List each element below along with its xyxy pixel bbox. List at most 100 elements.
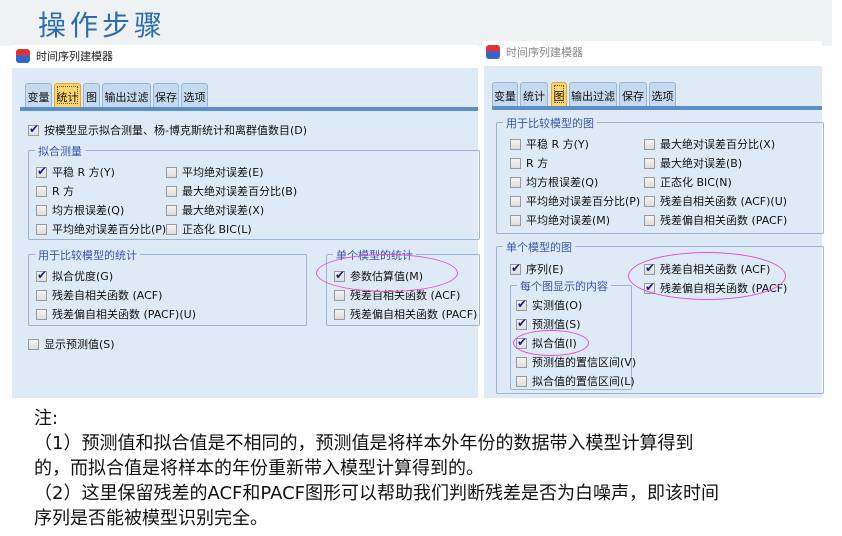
checkbox-icon[interactable]	[516, 356, 527, 368]
checkbox-checked-icon[interactable]	[28, 122, 39, 136]
checkbox-icon[interactable]	[36, 204, 47, 216]
checkbox-checked-icon[interactable]	[334, 268, 345, 282]
tab-1[interactable]: 统计	[520, 82, 548, 106]
app-icon	[486, 45, 500, 59]
checkbox-icon[interactable]	[510, 157, 521, 169]
notes: 注: （1）预测值和拟合值是不相同的，预测值是将样本外年份的数据带入模型计算得到…	[34, 406, 719, 531]
window-title: 时间序列建模器	[36, 50, 113, 63]
tab-4[interactable]: 保存	[153, 83, 179, 107]
checkbox-icon[interactable]	[644, 157, 655, 169]
checkbox[interactable]: 显示预测值(S)	[28, 336, 115, 352]
tab-5[interactable]: 选项	[181, 83, 208, 107]
tab-1[interactable]: 统计	[54, 83, 81, 107]
notes-line: （2）这里保留残差的ACF和PACF图形可以帮助我们判断残差是否为白噪声，即该时…	[34, 483, 719, 504]
right-window-titlebar: 时间序列建模器	[482, 41, 822, 63]
checkbox-label: 拟合值(I)	[532, 337, 577, 350]
checkbox[interactable]: 正态化 BIC(L)	[166, 221, 252, 237]
checkbox[interactable]: 序列(E)	[510, 261, 564, 277]
checkbox[interactable]: 正态化 BIC(N)	[644, 174, 732, 190]
checkbox-checked-icon[interactable]	[516, 297, 527, 311]
checkbox-label: 最大绝对误差(B)	[660, 157, 743, 170]
checkbox-icon[interactable]	[166, 223, 177, 235]
checkbox-checked-icon[interactable]	[36, 164, 47, 178]
checkbox-icon[interactable]	[644, 195, 655, 207]
checkbox[interactable]: 均方根误差(Q)	[510, 174, 598, 190]
checkbox[interactable]: 最大绝对误差百分比(B)	[166, 183, 297, 199]
checkbox-icon[interactable]	[644, 214, 655, 226]
checkbox[interactable]: 残差自相关函数 (ACF)	[36, 287, 162, 303]
tab-3[interactable]: 输出过滤	[569, 82, 617, 106]
checkbox[interactable]: 预测值(S)	[516, 316, 581, 332]
checkbox[interactable]: 残差偏自相关函数 (PACF)	[644, 212, 787, 228]
group-legend: 拟合测量	[35, 143, 85, 159]
checkbox[interactable]: 最大绝对误差(B)	[644, 155, 742, 171]
tab-underline	[492, 106, 822, 110]
checkbox[interactable]: 拟合优度(G)	[36, 268, 113, 284]
checkbox-icon[interactable]	[334, 289, 345, 301]
checkbox[interactable]: 拟合值的置信区间(L)	[516, 373, 635, 389]
checkbox-icon[interactable]	[36, 185, 47, 197]
checkbox-icon[interactable]	[166, 204, 177, 216]
checkbox[interactable]: 残差自相关函数 (ACF)	[644, 261, 770, 277]
checkbox-label: 均方根误差(Q)	[52, 204, 125, 217]
tab-2[interactable]: 图	[83, 83, 100, 107]
checkbox-label: 预测值的置信区间(V)	[532, 356, 637, 369]
checkbox-icon[interactable]	[36, 308, 47, 320]
checkbox-icon[interactable]	[644, 176, 655, 188]
checkbox[interactable]: 平均绝对误差(M)	[510, 212, 610, 228]
tab-2[interactable]: 图	[551, 82, 567, 106]
checkbox-icon[interactable]	[644, 138, 655, 150]
checkbox-icon[interactable]	[36, 289, 47, 301]
checkbox-checked-icon[interactable]	[516, 335, 527, 349]
checkbox[interactable]: 平稳 R 方(Y)	[36, 164, 115, 180]
checkbox[interactable]: 平均绝对误差百分比(P)	[510, 193, 640, 209]
checkbox-icon[interactable]	[510, 214, 521, 226]
checkbox-label: 残差偏自相关函数 (PACF)(U)	[52, 308, 196, 321]
checkbox[interactable]: 最大绝对误差(X)	[166, 202, 264, 218]
checkbox-icon[interactable]	[36, 223, 47, 235]
checkbox-icon[interactable]	[510, 176, 521, 188]
checkbox-checked-icon[interactable]	[516, 316, 527, 330]
checkbox-label: 最大绝对误差百分比(X)	[660, 138, 776, 151]
checkbox[interactable]: 平均绝对误差百分比(P)	[36, 221, 166, 237]
left-window-titlebar: 时间序列建模器	[12, 45, 478, 67]
checkbox-checked-icon[interactable]	[36, 268, 47, 282]
tab-0[interactable]: 变量	[25, 83, 52, 107]
checkbox[interactable]: 残差自相关函数 (ACF)(U)	[644, 193, 787, 209]
checkbox[interactable]: 残差偏自相关函数 (PACF)	[334, 306, 477, 322]
checkbox-icon[interactable]	[166, 166, 177, 178]
checkbox-checked-icon[interactable]	[644, 280, 655, 294]
checkbox[interactable]: 实测值(O)	[516, 297, 582, 313]
checkbox[interactable]: 残差自相关函数 (ACF)	[334, 287, 460, 303]
checkbox-label: 平均绝对误差百分比(P)	[526, 195, 641, 208]
checkbox[interactable]: 参数估算值(M)	[334, 268, 423, 284]
checkbox-label: 残差自相关函数 (ACF)	[660, 263, 771, 276]
tab-4[interactable]: 保存	[619, 82, 647, 106]
checkbox[interactable]: 残差偏自相关函数 (PACF)(U)	[36, 306, 196, 322]
tab-5[interactable]: 选项	[649, 82, 676, 106]
checkbox[interactable]: 最大绝对误差百分比(X)	[644, 136, 775, 152]
checkbox-icon[interactable]	[516, 375, 527, 387]
checkbox[interactable]: R 方	[510, 155, 548, 171]
checkbox-checked-icon[interactable]	[644, 261, 655, 275]
checkbox[interactable]: 残差偏自相关函数 (PACF)	[644, 280, 787, 296]
checkbox[interactable]: 平均绝对误差(E)	[166, 164, 264, 180]
checkbox-label: 预测值(S)	[532, 318, 581, 331]
checkbox[interactable]: 按模型显示拟合测量、杨-博克斯统计和离群值数目(D)	[28, 122, 307, 138]
checkbox-icon[interactable]	[510, 138, 521, 150]
tab-underline	[20, 107, 478, 111]
checkbox-icon[interactable]	[28, 338, 39, 350]
checkbox[interactable]: R 方	[36, 183, 74, 199]
checkbox[interactable]: 平稳 R 方(Y)	[510, 136, 589, 152]
checkbox-icon[interactable]	[334, 308, 345, 320]
tab-0[interactable]: 变量	[492, 82, 518, 106]
checkbox[interactable]: 预测值的置信区间(V)	[516, 354, 636, 370]
checkbox-icon[interactable]	[510, 195, 521, 207]
checkbox-label: 残差自相关函数 (ACF)(U)	[660, 195, 788, 208]
checkbox-icon[interactable]	[166, 185, 177, 197]
checkbox-label: 最大绝对误差百分比(B)	[182, 185, 298, 198]
checkbox[interactable]: 拟合值(I)	[516, 335, 577, 351]
tab-3[interactable]: 输出过滤	[102, 83, 151, 107]
checkbox-checked-icon[interactable]	[510, 261, 521, 275]
checkbox[interactable]: 均方根误差(Q)	[36, 202, 124, 218]
